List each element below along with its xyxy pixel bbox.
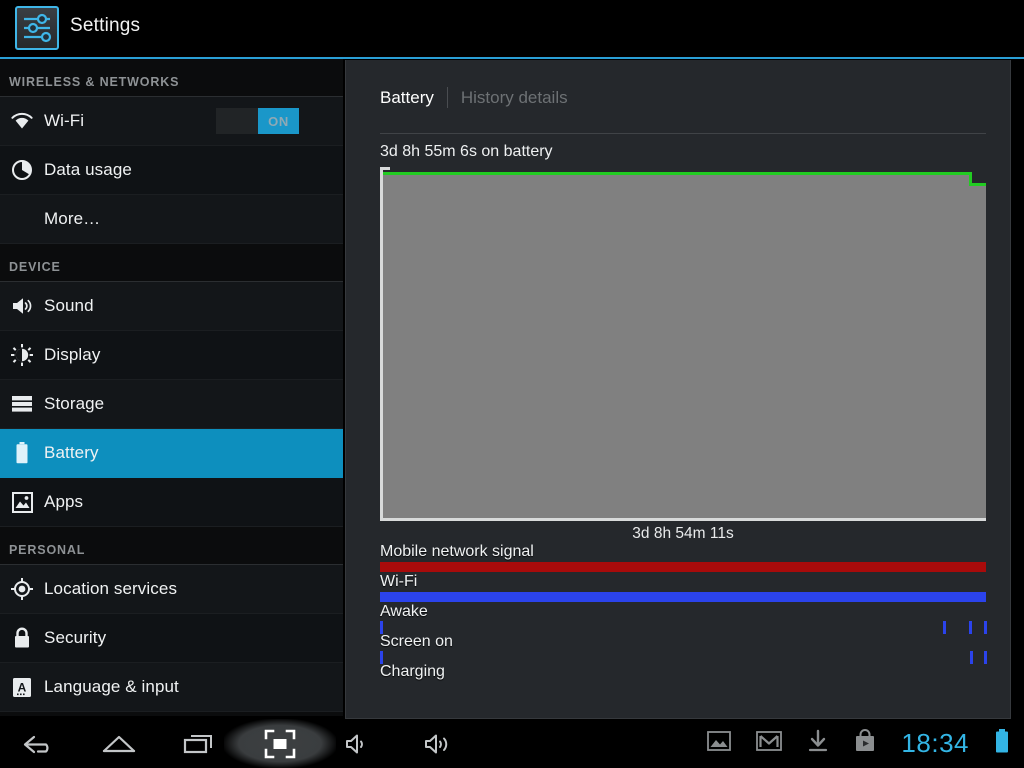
battery-duration-label: 3d 8h 55m 6s on battery	[380, 143, 553, 160]
sidebar-item-label: Apps	[44, 492, 84, 511]
chart-area-fill	[383, 174, 970, 521]
volume-down-icon[interactable]	[330, 719, 386, 768]
sidebar-item-display[interactable]: Display	[0, 331, 343, 380]
sidebar-item-label: Location services	[44, 579, 178, 598]
sidebar-item-label: Wi-Fi	[44, 111, 85, 130]
sidebar-item-battery[interactable]: Battery	[0, 429, 343, 478]
sidebar-item-security[interactable]: Security	[0, 614, 343, 663]
stat-label: Mobile network signal	[380, 543, 534, 560]
stat-label: Charging	[380, 663, 445, 680]
stat-tick	[970, 651, 973, 664]
stat-label: Screen on	[380, 633, 453, 650]
language-a-icon: A	[0, 677, 44, 698]
sidebar-group-personal: PERSONAL	[0, 527, 343, 565]
battery-full-icon[interactable]	[994, 728, 1010, 759]
wifi-icon	[0, 112, 44, 130]
panel-tabs[interactable]: Battery History details	[380, 87, 568, 108]
play-store-icon[interactable]	[854, 729, 876, 758]
screenshot-frame-icon[interactable]	[249, 719, 311, 768]
toggle-state-label: ON	[258, 108, 299, 134]
chart-area-fill-step	[970, 185, 986, 521]
stat-row-wifi: Wi-Fi	[380, 573, 986, 604]
lock-icon	[0, 627, 44, 649]
status-bar-icons[interactable]: 18:34	[707, 719, 1024, 768]
stat-bar-mobile-network	[380, 562, 986, 572]
sidebar-item-label: Battery	[44, 443, 99, 462]
sidebar-item-label: Data usage	[44, 160, 132, 179]
tab-battery[interactable]: Battery	[380, 88, 434, 108]
screenshot-image-icon[interactable]	[707, 730, 732, 757]
stat-row-screen-on: Screen on	[380, 633, 987, 664]
svg-text:A: A	[18, 680, 27, 694]
stat-row-awake: Awake	[380, 603, 987, 634]
location-crosshair-icon	[0, 578, 44, 600]
app-header: Settings	[0, 0, 1024, 57]
volume-up-icon[interactable]	[410, 719, 468, 768]
sidebar-item-label: Display	[44, 345, 101, 364]
sidebar-item-more[interactable]: More…	[0, 195, 343, 244]
sidebar-item-language-input[interactable]: A Language & input	[0, 663, 343, 712]
battery-stat-rows: Mobile network signal Wi-Fi Awake Screen…	[380, 543, 987, 694]
chart-level-line-end	[969, 183, 986, 186]
settings-sidebar[interactable]: WIRELESS & NETWORKS Wi-Fi ON Data usage …	[0, 59, 343, 716]
battery-content-panel: Battery History details 3d 8h 55m 6s on …	[345, 60, 1011, 719]
battery-icon	[0, 442, 44, 464]
sidebar-item-label: Storage	[44, 394, 105, 413]
stat-row-mobile-network: Mobile network signal	[380, 543, 986, 574]
panel-divider	[380, 133, 986, 134]
settings-sliders-icon	[15, 6, 59, 50]
sidebar-item-storage[interactable]: Storage	[0, 380, 343, 429]
gmail-icon[interactable]	[756, 730, 783, 757]
sidebar-item-apps[interactable]: Apps	[0, 478, 343, 527]
stat-row-charging: Charging	[380, 663, 986, 694]
sidebar-item-location-services[interactable]: Location services	[0, 565, 343, 614]
data-usage-pie-icon	[0, 160, 44, 180]
system-navigation-bar[interactable]: 18:34	[0, 719, 1024, 768]
storage-stack-icon	[0, 395, 44, 413]
stat-tick	[984, 621, 987, 634]
download-icon[interactable]	[807, 729, 829, 758]
tab-divider	[446, 87, 448, 108]
battery-level-chart	[380, 167, 986, 521]
sidebar-item-data-usage[interactable]: Data usage	[0, 146, 343, 195]
home-icon[interactable]	[88, 719, 150, 768]
sidebar-item-wifi[interactable]: Wi-Fi ON	[0, 97, 343, 146]
stat-tick	[943, 621, 946, 634]
sidebar-group-wireless: WIRELESS & NETWORKS	[0, 59, 343, 97]
stat-tick	[984, 651, 987, 664]
page-title: Settings	[70, 15, 141, 36]
recent-apps-icon[interactable]	[168, 719, 230, 768]
tab-history-details[interactable]: History details	[461, 88, 568, 108]
sidebar-group-device: DEVICE	[0, 244, 343, 282]
stat-label: Wi-Fi	[380, 573, 418, 590]
brightness-sun-icon	[0, 344, 44, 366]
status-clock: 18:34	[901, 728, 969, 758]
sidebar-item-sound[interactable]: Sound	[0, 282, 343, 331]
back-arrow-icon[interactable]	[8, 719, 70, 768]
toggle-track-off	[216, 108, 258, 134]
chart-x-axis-label: 3d 8h 54m 11s	[632, 525, 734, 542]
chart-level-line	[383, 172, 972, 175]
apps-image-icon	[0, 491, 44, 513]
chart-x-axis	[380, 518, 986, 521]
sidebar-item-label: Sound	[44, 296, 94, 315]
sidebar-item-label: More…	[44, 209, 101, 228]
speaker-icon	[0, 296, 44, 316]
stat-label: Awake	[380, 603, 428, 620]
stat-tick	[969, 621, 972, 634]
stat-bar-wifi	[380, 592, 986, 602]
sidebar-item-label: Language & input	[44, 677, 179, 696]
sidebar-item-label: Security	[44, 628, 107, 647]
wifi-toggle-switch[interactable]: ON	[216, 108, 299, 134]
axis-tick	[383, 167, 390, 170]
